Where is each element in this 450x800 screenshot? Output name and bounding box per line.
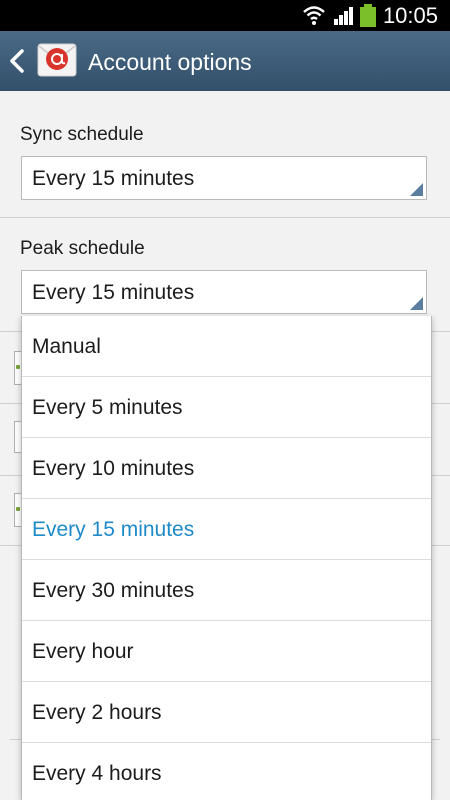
peak-schedule-dropdown: Manual Every 5 minutes Every 10 minutes … <box>21 316 432 800</box>
peak-schedule-spinner[interactable]: Every 15 minutes <box>21 270 427 314</box>
dropdown-option[interactable]: Manual <box>22 316 431 377</box>
dropdown-option[interactable]: Every 30 minutes <box>22 560 431 621</box>
sync-schedule-label: Sync schedule <box>20 124 144 145</box>
dropdown-option[interactable]: Every 2 hours <box>22 682 431 743</box>
status-time: 10:05 <box>382 3 438 28</box>
check-mark-icon <box>16 507 20 511</box>
email-at-icon <box>37 43 77 77</box>
peak-schedule-value: Every 15 minutes <box>32 281 195 304</box>
page-title: Account options <box>88 49 252 75</box>
dropdown-arrow-icon <box>410 183 423 196</box>
dropdown-option[interactable]: Every hour <box>22 621 431 682</box>
battery-icon <box>360 4 376 27</box>
peak-schedule-label: Peak schedule <box>20 238 145 259</box>
action-bar: Account options <box>0 31 450 91</box>
signal-icon <box>334 7 353 25</box>
check-mark-icon <box>16 365 20 369</box>
status-bar: 10:05 <box>0 0 450 31</box>
chevron-left-icon[interactable] <box>8 49 26 73</box>
dropdown-option[interactable]: Every 5 minutes <box>22 377 431 438</box>
dropdown-option[interactable]: Every 4 hours <box>22 743 431 800</box>
divider <box>0 217 450 218</box>
sync-schedule-spinner[interactable]: Every 15 minutes <box>21 156 427 200</box>
sync-schedule-value: Every 15 minutes <box>32 167 195 190</box>
dropdown-option[interactable]: Every 10 minutes <box>22 438 431 499</box>
dropdown-option-selected[interactable]: Every 15 minutes <box>22 499 431 560</box>
dropdown-arrow-icon <box>410 297 423 310</box>
wifi-icon <box>303 6 325 25</box>
